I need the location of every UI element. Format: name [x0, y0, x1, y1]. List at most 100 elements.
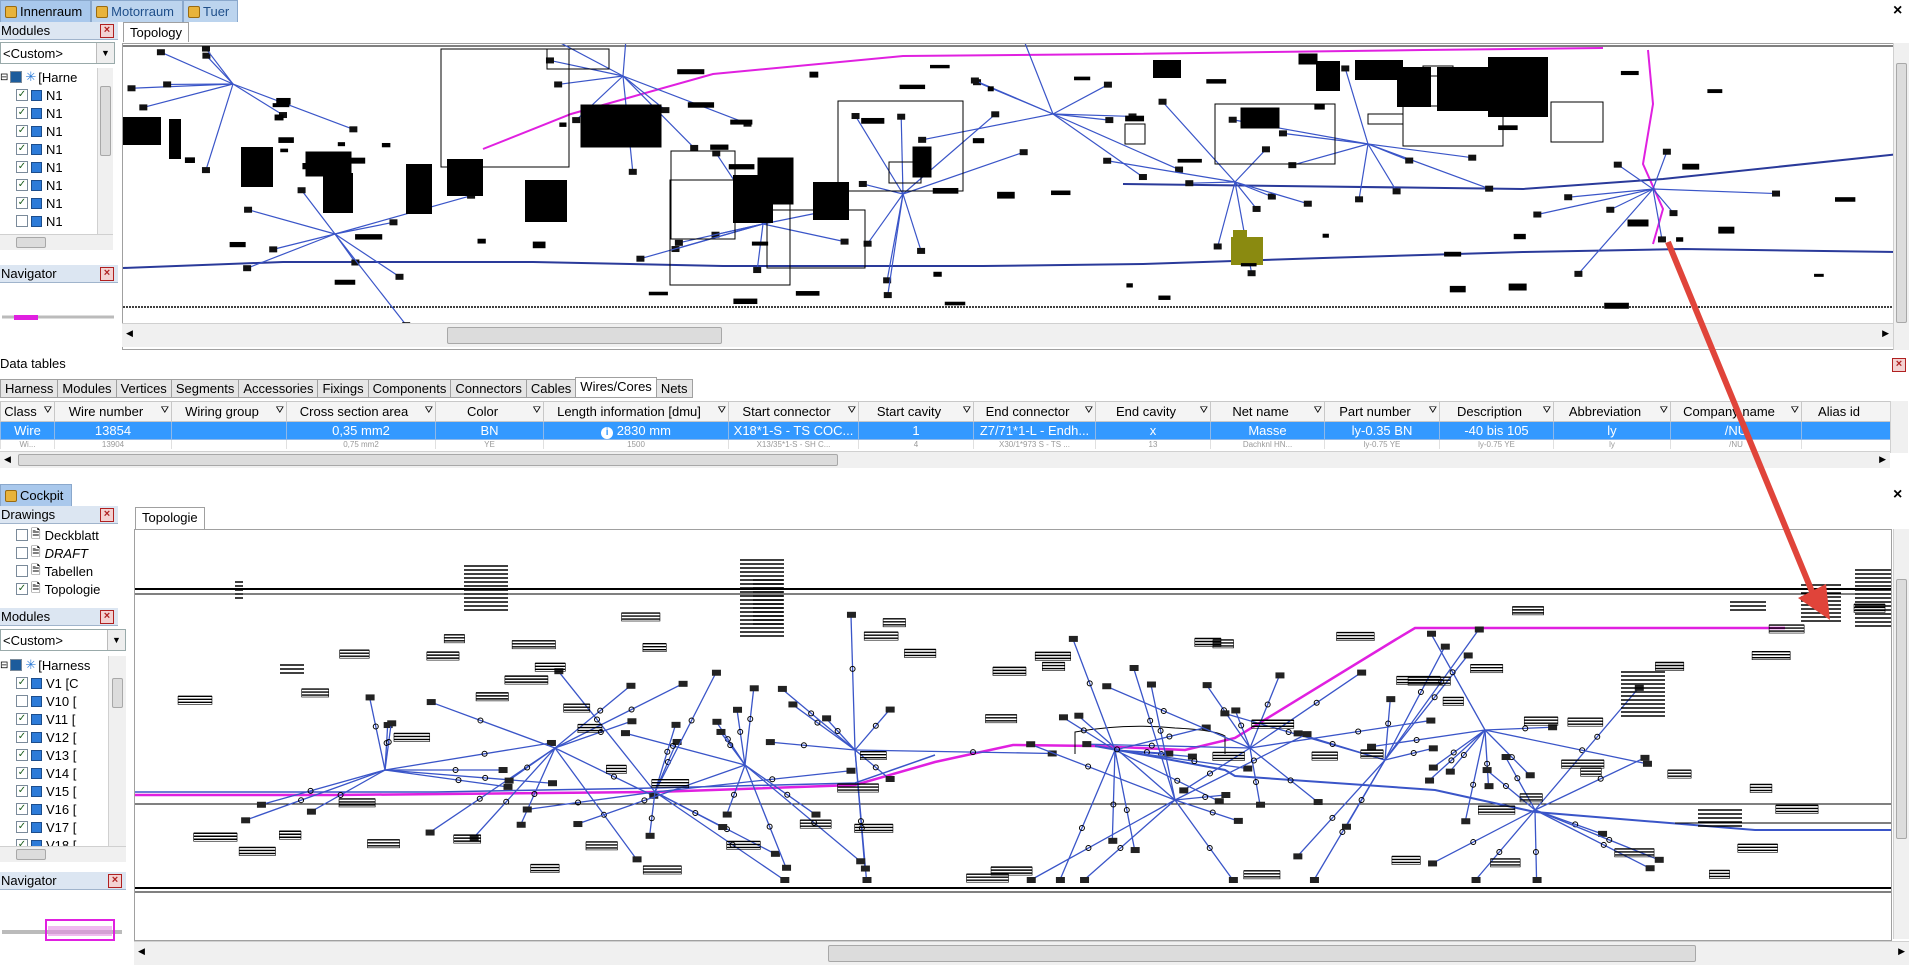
table-cell[interactable]: 1	[858, 421, 974, 440]
tree-item[interactable]: ✓ V17 [	[0, 818, 108, 836]
filter-icon[interactable]: ⛛	[1200, 405, 1208, 416]
tab-connectors[interactable]: Connectors	[450, 379, 527, 398]
column-header[interactable]: Part number ⛛	[1324, 401, 1440, 422]
tree-hscrollbar[interactable]	[0, 234, 113, 250]
tab-topology[interactable]: Topology	[123, 22, 190, 42]
tab-cables[interactable]: Cables	[525, 379, 577, 398]
filter-icon[interactable]: ⛛	[1429, 405, 1437, 416]
checkbox[interactable]: ✓	[16, 839, 28, 846]
close-icon[interactable]: ×	[100, 609, 114, 624]
column-header[interactable]: Start cavity ⛛	[858, 401, 974, 422]
column-header[interactable]: Abbreviation ⛛	[1553, 401, 1671, 422]
checkbox[interactable]: ✓	[16, 713, 28, 725]
checkbox[interactable]	[16, 215, 28, 227]
close-icon[interactable]: ×	[100, 507, 114, 522]
table-vscrollbar[interactable]	[1890, 401, 1908, 453]
checkbox[interactable]	[10, 71, 23, 83]
tree-hscrollbar[interactable]	[0, 846, 126, 862]
close-document-icon[interactable]: ×	[1893, 486, 1902, 504]
table-cell[interactable]: X13/35*1-S - SH C...	[728, 439, 859, 449]
checkbox[interactable]: ✓	[16, 89, 28, 101]
tab-innenraum[interactable]: Innenraum	[0, 0, 92, 22]
checkbox[interactable]	[16, 695, 28, 707]
tree-item[interactable]: ✓ N1	[0, 194, 104, 212]
checkbox[interactable]: ✓	[16, 803, 28, 815]
column-header[interactable]: End cavity ⛛	[1095, 401, 1211, 422]
tree-item[interactable]: ✓ V16 [	[0, 800, 108, 818]
table-cell[interactable]: /NU	[1670, 439, 1802, 449]
checkbox[interactable]: ✓	[16, 785, 28, 797]
info-icon[interactable]: i	[601, 426, 614, 439]
tree-item[interactable]: ✓ V12 [	[0, 728, 108, 746]
close-icon[interactable]: ×	[108, 873, 122, 888]
table-cell[interactable]: Dachknl HN...	[1210, 439, 1325, 449]
bottom-hscrollbar[interactable]: ◀ ▶	[134, 941, 1909, 965]
filter-icon[interactable]: ⛛	[533, 405, 541, 416]
checkbox[interactable]: ✓	[16, 583, 28, 595]
filter-icon[interactable]: ⛛	[1314, 405, 1322, 416]
tree-item[interactable]: ✓ V15 [	[0, 782, 108, 800]
tree-item[interactable]: ✓ N1	[0, 86, 104, 104]
tree-root[interactable]: ⊟ ✳ [Harness	[0, 656, 108, 674]
tree-item[interactable]: ✓ V1 [C	[0, 674, 108, 692]
table-cell[interactable]	[171, 421, 287, 440]
checkbox[interactable]	[10, 659, 23, 671]
tree-item[interactable]: ✓ N1	[0, 122, 104, 140]
tab-fixings[interactable]: Fixings	[317, 379, 369, 398]
table-cell[interactable]: X30/1*973 S - TS ...	[973, 439, 1096, 449]
checkbox[interactable]: ✓	[16, 197, 28, 209]
modules-combo[interactable]: <Custom> ▼	[0, 42, 115, 64]
drawing-item[interactable]: ✓ 🗎 Topologie	[0, 580, 118, 598]
table-cell[interactable]	[1801, 439, 1890, 449]
tab-segments[interactable]: Segments	[170, 379, 240, 398]
chevron-down-icon[interactable]: ▼	[107, 630, 125, 650]
table-cell[interactable]: ly-0.75 YE	[1439, 439, 1554, 449]
tab-accessories[interactable]: Accessories	[238, 379, 319, 398]
tab-motorraum[interactable]: Motorraum	[91, 0, 184, 22]
table-cell[interactable]: Wi...	[0, 439, 55, 449]
table-cell[interactable]: -40 bis 105	[1439, 421, 1554, 440]
table-cell[interactable]: 13904	[54, 439, 172, 449]
drawing-item[interactable]: 🗎 Deckblatt	[0, 526, 118, 544]
column-header[interactable]: Net name ⛛	[1210, 401, 1325, 422]
tree-scrollbar[interactable]	[97, 68, 113, 234]
filter-icon[interactable]: ⛛	[848, 405, 856, 416]
table-hscrollbar[interactable]: ◀ ▶	[0, 451, 1890, 468]
filter-icon[interactable]: ⛛	[1660, 405, 1668, 416]
table-cell[interactable]: 0,75 mm2	[286, 439, 436, 449]
filter-icon[interactable]: ⛛	[161, 405, 169, 416]
tab-components[interactable]: Components	[367, 379, 452, 398]
checkbox[interactable]: ✓	[16, 677, 28, 689]
table-cell[interactable]: x	[1095, 421, 1211, 440]
topology-drawing[interactable]	[135, 530, 1892, 941]
topology-canvas-top[interactable]	[122, 43, 1898, 350]
column-header[interactable]: Cross section area ⛛	[286, 401, 436, 422]
tree-item[interactable]: ✓ N1	[0, 104, 104, 122]
tab-cockpit[interactable]: Cockpit	[0, 484, 73, 506]
navigator-preview[interactable]	[0, 285, 118, 350]
filter-icon[interactable]: ⛛	[1085, 405, 1093, 416]
table-cell[interactable]	[1801, 421, 1890, 440]
column-header[interactable]: End connector ⛛	[973, 401, 1096, 422]
checkbox[interactable]: ✓	[16, 143, 28, 155]
tab-topologie[interactable]: Topologie	[135, 507, 205, 529]
tree-item[interactable]: ✓ N1	[0, 158, 104, 176]
tab-harness[interactable]: Harness	[0, 379, 59, 398]
tree-item[interactable]: ✓ V18 [	[0, 836, 108, 846]
top-hscrollbar[interactable]: ◀ ▶	[122, 323, 1893, 347]
close-icon[interactable]: ×	[100, 266, 114, 281]
column-header[interactable]: Length information [dmu] ⛛	[543, 401, 729, 422]
tree-item[interactable]: ✓ V14 [	[0, 764, 108, 782]
tab-tuer[interactable]: Tuer	[183, 0, 239, 22]
filter-icon[interactable]: ⛛	[963, 405, 971, 416]
tree-scrollbar[interactable]	[108, 656, 126, 846]
checkbox[interactable]: ✓	[16, 749, 28, 761]
table-cell[interactable]: Z7/71*1-L - Endh...	[973, 421, 1096, 440]
filter-icon[interactable]: ⛛	[1543, 405, 1551, 416]
table-cell[interactable]: i 2830 mm	[543, 421, 729, 440]
close-document-icon[interactable]: ×	[1893, 2, 1902, 20]
tree-item[interactable]: ✓ N1	[0, 140, 104, 158]
checkbox[interactable]	[16, 547, 28, 559]
table-cell[interactable]: ly	[1553, 421, 1671, 440]
chevron-down-icon[interactable]: ▼	[96, 43, 114, 63]
